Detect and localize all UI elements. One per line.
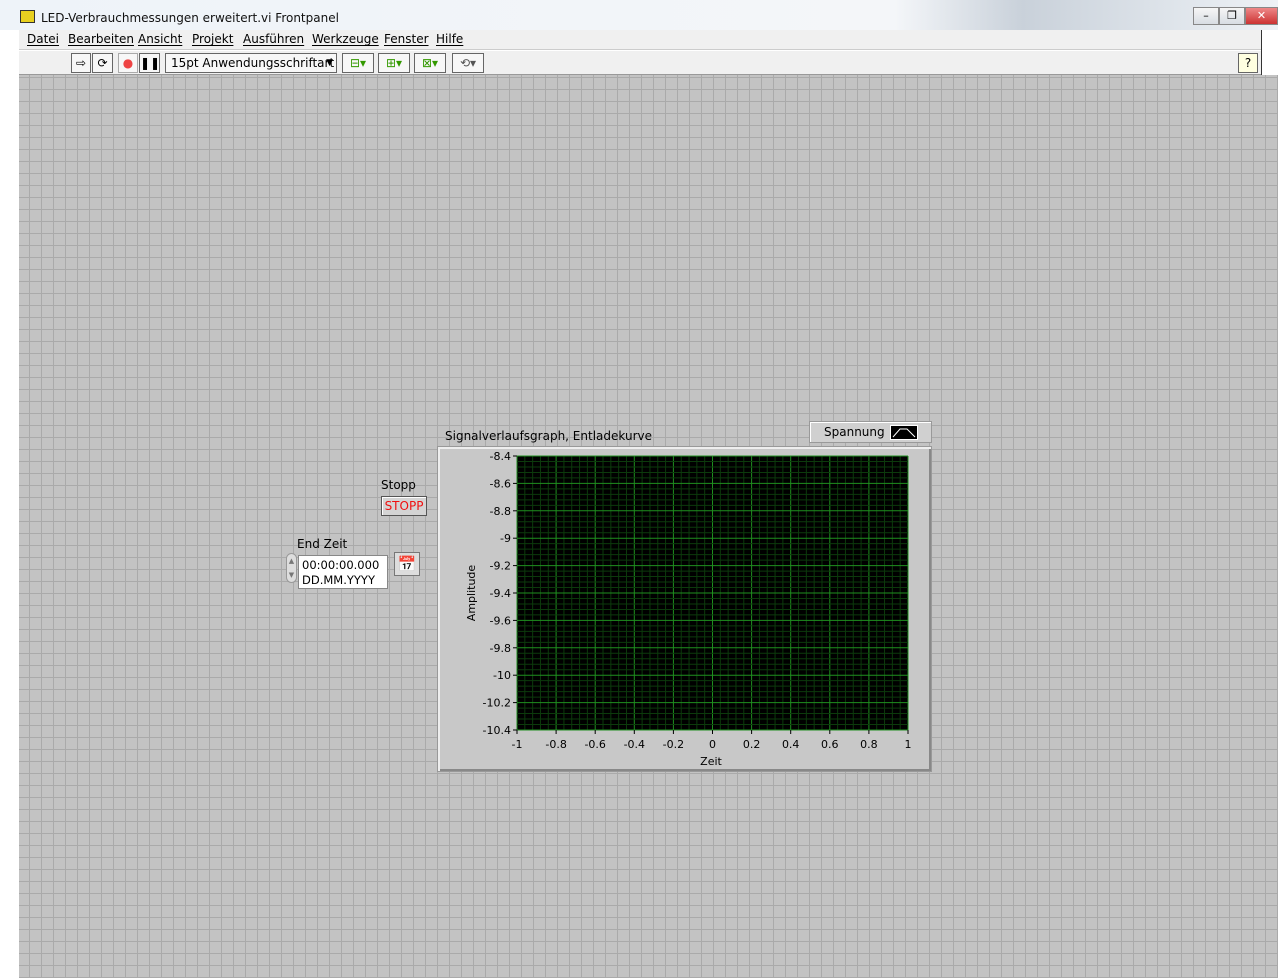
x-tick-label: 0.4 xyxy=(782,738,800,751)
x-tick-label: 1 xyxy=(905,738,912,751)
line-style-icon xyxy=(890,425,918,440)
menu-bearbeiten[interactable]: Bearbeiten xyxy=(68,32,134,46)
run-arrow-icon[interactable]: ⇨ xyxy=(71,53,91,73)
y-tick-label: -9.8 xyxy=(490,642,511,655)
menu-bar: Datei Bearbeiten Ansicht Projekt Ausführ… xyxy=(19,30,1261,50)
toolbar: ⇨ ⟳ ● ❚❚ 15pt Anwendungsschriftart ▼ ⊟▾ ⊞… xyxy=(19,51,1261,75)
close-button[interactable]: ✕ xyxy=(1245,7,1278,25)
menu-werkzeuge[interactable]: Werkzeuge xyxy=(312,32,379,46)
x-tick-label: -1 xyxy=(512,738,523,751)
menu-fenster[interactable]: Fenster xyxy=(384,32,429,46)
time-stepper[interactable]: ▲ ▼ xyxy=(286,553,297,583)
end-time-field[interactable]: 00:00:00.000 DD.MM.YYYY xyxy=(298,555,388,589)
maximize-button[interactable]: ❐ xyxy=(1219,7,1245,25)
font-select-value: 15pt Anwendungsschriftart xyxy=(171,56,335,70)
stop-label: Stopp xyxy=(381,478,416,492)
calendar-icon[interactable]: 📅 xyxy=(394,552,420,576)
y-tick-label: -8.6 xyxy=(490,477,511,490)
y-tick-label: -10 xyxy=(493,669,511,682)
y-tick-label: -9.2 xyxy=(490,560,511,573)
align-objects-icon[interactable]: ⊟▾ xyxy=(342,53,374,73)
abort-icon[interactable]: ● xyxy=(118,53,138,73)
menu-projekt[interactable]: Projekt xyxy=(192,32,233,46)
end-time-value: 00:00:00.000 xyxy=(302,558,380,572)
x-tick-label: -0.2 xyxy=(663,738,684,751)
window-title: LED-Verbrauchmessungen erweitert.vi Fron… xyxy=(41,11,339,25)
y-tick-label: -10.2 xyxy=(483,697,511,710)
distribute-objects-icon[interactable]: ⊞▾ xyxy=(378,53,410,73)
x-tick-label: 0.2 xyxy=(743,738,761,751)
menu-hilfe[interactable]: Hilfe xyxy=(436,32,463,46)
minimize-button[interactable]: – xyxy=(1193,7,1219,25)
end-date-value: DD.MM.YYYY xyxy=(302,573,375,587)
waveform-graph: -1 -0.8 -0.6 -0.4 -0.2 0 0.2 0.4 0.6 0.8 1 -8.4 -8.6… xyxy=(437,446,932,772)
labview-vi-icon xyxy=(20,10,35,23)
x-tick-label: 0.8 xyxy=(860,738,878,751)
y-axis-label: Amplitude xyxy=(465,565,478,622)
y-tick-label: -9.6 xyxy=(490,614,511,627)
graph-title: Signalverlaufsgraph, Entladekurve xyxy=(445,429,652,443)
x-axis-label: Zeit xyxy=(700,755,722,768)
resize-objects-icon[interactable]: ⊠▾ xyxy=(414,53,446,73)
y-tick-label: -8.8 xyxy=(490,505,511,518)
vi-icon xyxy=(1261,30,1278,75)
x-tick-label: -0.4 xyxy=(624,738,645,751)
font-select[interactable]: 15pt Anwendungsschriftart ▼ xyxy=(165,53,337,73)
y-tick-label: -9.4 xyxy=(490,587,511,600)
run-continuously-icon[interactable]: ⟳ xyxy=(92,53,113,73)
menu-ausfuehren[interactable]: Ausführen xyxy=(243,32,304,46)
chevron-down-icon: ▼ xyxy=(326,58,333,68)
stop-button[interactable]: STOPP xyxy=(381,496,427,516)
menu-datei[interactable]: Datei xyxy=(27,32,59,46)
x-tick-label: 0.6 xyxy=(821,738,839,751)
x-tick-label: -0.6 xyxy=(584,738,605,751)
y-tick-label: -10.4 xyxy=(483,724,511,737)
end-time-label: End Zeit xyxy=(297,537,348,551)
x-tick-label: 0 xyxy=(709,738,716,751)
reorder-icon[interactable]: ⟲▾ xyxy=(452,53,484,73)
menu-ansicht[interactable]: Ansicht xyxy=(138,32,182,46)
x-tick-label: -0.8 xyxy=(545,738,566,751)
y-tick-label: -8.4 xyxy=(490,450,511,463)
help-icon[interactable]: ? xyxy=(1238,53,1258,73)
legend-label: Spannung xyxy=(824,425,885,439)
pause-icon[interactable]: ❚❚ xyxy=(139,53,160,73)
y-tick-label: -9 xyxy=(500,532,511,545)
title-bar: LED-Verbrauchmessungen erweitert.vi Fron… xyxy=(0,0,1278,30)
plot-legend[interactable]: Spannung xyxy=(809,421,932,443)
